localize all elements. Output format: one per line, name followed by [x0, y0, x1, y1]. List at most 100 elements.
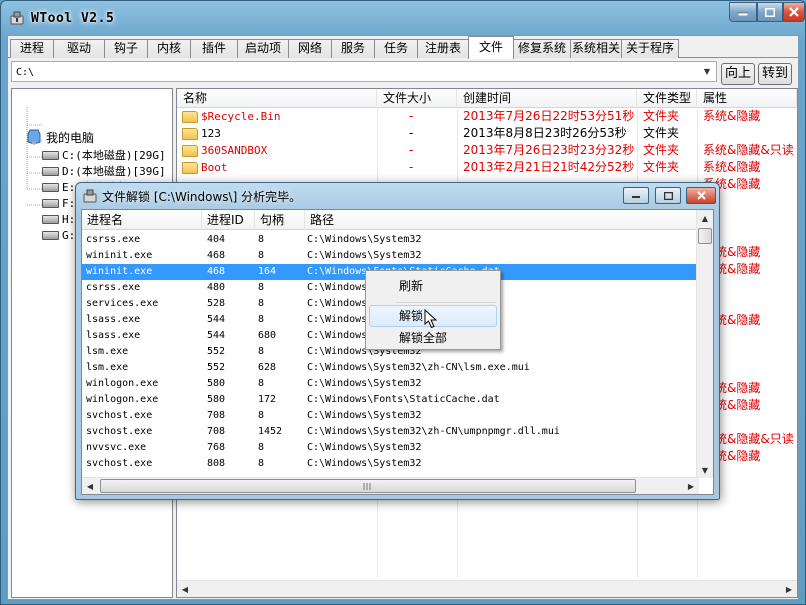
file-cell-attr: 系统&隐藏: [703, 109, 761, 123]
scroll-right-icon[interactable]: ▶: [781, 581, 797, 597]
process-cell-handle: 8: [258, 314, 265, 325]
file-row[interactable]: 123 - 2013年8月8日23时26分53秒 文件夹: [177, 125, 797, 142]
dialog-title: 文件解锁 [C:\Windows\] 分析完毕。: [102, 190, 302, 204]
scroll-up-icon[interactable]: ▲: [697, 210, 713, 226]
dialog-close-button[interactable]: [686, 187, 716, 204]
process-cell-process: svchost.exe: [86, 426, 153, 437]
process-row[interactable]: wininit.exe 468 8 C:\Windows\System32: [82, 248, 699, 264]
process-row[interactable]: svchost.exe 808 8 C:\Windows\System32: [82, 456, 699, 472]
tab-13[interactable]: 关于程序: [621, 39, 679, 58]
scroll-down-icon[interactable]: ▼: [697, 462, 713, 478]
app-icon: [10, 11, 24, 25]
tab-10[interactable]: 文件: [468, 36, 514, 59]
file-cell-name: 123: [201, 127, 221, 140]
col-process-name[interactable]: 进程名: [82, 210, 202, 230]
scroll-left-icon[interactable]: ◀: [82, 478, 98, 494]
drive-icon: [42, 198, 59, 208]
tab-1[interactable]: 驱动: [53, 39, 105, 58]
menu-item-refresh[interactable]: 刷新: [369, 275, 497, 297]
process-cell-pid: 552: [207, 346, 226, 357]
computer-icon: [27, 129, 41, 145]
process-row[interactable]: winlogon.exe 580 8 C:\Windows\System32: [82, 376, 699, 392]
vscroll-thumb[interactable]: [698, 228, 712, 244]
process-list-header: 进程名 进程ID 句柄 路径: [82, 210, 699, 230]
path-input[interactable]: C:\ ▼: [11, 61, 717, 82]
process-row[interactable]: svchost.exe 708 8 C:\Windows\System32: [82, 408, 699, 424]
process-cell-handle: 8: [258, 282, 265, 293]
scroll-right-icon[interactable]: ▶: [683, 478, 699, 494]
scroll-left-icon[interactable]: ◀: [177, 581, 193, 597]
file-row[interactable]: Boot - 2013年2月21日21时42分52秒 文件夹 系统&隐藏: [177, 159, 797, 176]
file-list-hscrollbar[interactable]: ◀ ▶: [177, 580, 797, 597]
file-cell-type: 文件夹: [643, 126, 680, 140]
process-cell-process: lsass.exe: [86, 314, 141, 325]
process-list[interactable]: 进程名 进程ID 句柄 路径 csrss.exe 404 8 C:\Windows\S…: [81, 209, 714, 495]
col-name[interactable]: 名称: [177, 89, 377, 108]
process-list-vscrollbar[interactable]: ▲ ▼: [696, 210, 713, 478]
process-row[interactable]: nvvsvc.exe 768 8 C:\Windows\System32: [82, 440, 699, 456]
process-cell-path: C:\Windows\System32: [307, 458, 422, 469]
process-list-hscrollbar[interactable]: ◀ ▶: [82, 477, 699, 494]
menu-item-unlock-all[interactable]: 解锁全部: [369, 327, 497, 349]
process-cell-handle: 8: [258, 410, 265, 421]
tab-9[interactable]: 注册表: [417, 39, 469, 58]
process-cell-handle: 628: [258, 362, 277, 373]
process-cell-handle: 8: [258, 346, 265, 357]
drive-icon: [42, 150, 59, 160]
process-cell-handle: 172: [258, 394, 277, 405]
dialog-minimize-button[interactable]: [623, 187, 649, 204]
tree-root[interactable]: 我的电脑: [26, 129, 94, 145]
close-icon: [789, 7, 799, 17]
file-cell-created: 2013年7月26日23时23分32秒: [463, 143, 635, 157]
process-row[interactable]: svchost.exe 708 1452 C:\Windows\System32\zh…: [82, 424, 699, 440]
col-created[interactable]: 创建时间: [457, 89, 637, 108]
process-cell-pid: 468: [207, 266, 226, 277]
tab-6[interactable]: 网络: [288, 39, 332, 58]
process-cell-process: winlogon.exe: [86, 378, 159, 389]
file-cell-created: 2013年7月26日22时53分51秒: [463, 109, 635, 123]
col-path[interactable]: 路径: [305, 210, 699, 230]
col-pid[interactable]: 进程ID: [202, 210, 255, 230]
process-cell-handle: 164: [258, 266, 277, 277]
tab-4[interactable]: 插件: [190, 39, 238, 58]
dialog-maximize-button[interactable]: [655, 187, 681, 204]
tab-0[interactable]: 进程: [10, 39, 54, 58]
file-row[interactable]: $Recycle.Bin - 2013年7月26日22时53分51秒 文件夹 系统&隐藏: [177, 108, 797, 125]
col-type[interactable]: 文件类型: [637, 89, 697, 108]
tree-drive-label: C:(本地磁盘)[29G]: [62, 149, 166, 162]
up-button[interactable]: 向上: [721, 63, 755, 85]
process-cell-process: svchost.exe: [86, 410, 153, 421]
window-title: WTool V2.5: [31, 11, 115, 26]
process-cell-handle: 8: [258, 442, 265, 453]
maximize-button[interactable]: [757, 2, 783, 22]
tab-7[interactable]: 服务: [331, 39, 375, 58]
file-row[interactable]: 360SANDBOX - 2013年7月26日23时23分32秒 文件夹 系统&隐藏&只…: [177, 142, 797, 159]
tree-drive-item[interactable]: D:(本地磁盘)[39G]: [42, 163, 166, 179]
process-row[interactable]: csrss.exe 404 8 C:\Windows\System32: [82, 232, 699, 248]
chevron-down-icon[interactable]: ▼: [699, 63, 715, 80]
process-row[interactable]: winlogon.exe 580 172 C:\Windows\Fonts\Stati…: [82, 392, 699, 408]
tab-3[interactable]: 内核: [147, 39, 191, 58]
tab-2[interactable]: 钩子: [104, 39, 148, 58]
process-cell-process: wininit.exe: [86, 250, 153, 261]
goto-button[interactable]: 转到: [758, 63, 792, 85]
tab-8[interactable]: 任务: [374, 39, 418, 58]
close-button[interactable]: [783, 2, 805, 22]
process-cell-process: winlogon.exe: [86, 394, 159, 405]
tab-12[interactable]: 系统相关: [570, 39, 622, 58]
maximize-icon: [663, 191, 673, 200]
tab-5[interactable]: 启动项: [237, 39, 289, 58]
process-cell-pid: 544: [207, 330, 226, 341]
process-row[interactable]: lsm.exe 552 628 C:\Windows\System32\zh-CN\l…: [82, 360, 699, 376]
file-cell-type: 文件夹: [643, 109, 680, 123]
col-handle[interactable]: 句柄: [255, 210, 305, 230]
minimize-button[interactable]: [729, 2, 757, 22]
tab-11[interactable]: 修复系统: [513, 39, 571, 58]
col-size[interactable]: 文件大小: [377, 89, 457, 108]
col-attr[interactable]: 属性: [697, 89, 797, 108]
mouse-cursor-icon: [424, 309, 438, 329]
hscroll-thumb[interactable]: [100, 479, 636, 493]
tree-drive-item[interactable]: C:(本地磁盘)[29G]: [42, 147, 166, 163]
title-bar[interactable]: WTool V2.5: [1, 1, 806, 35]
process-cell-process: services.exe: [86, 298, 159, 309]
